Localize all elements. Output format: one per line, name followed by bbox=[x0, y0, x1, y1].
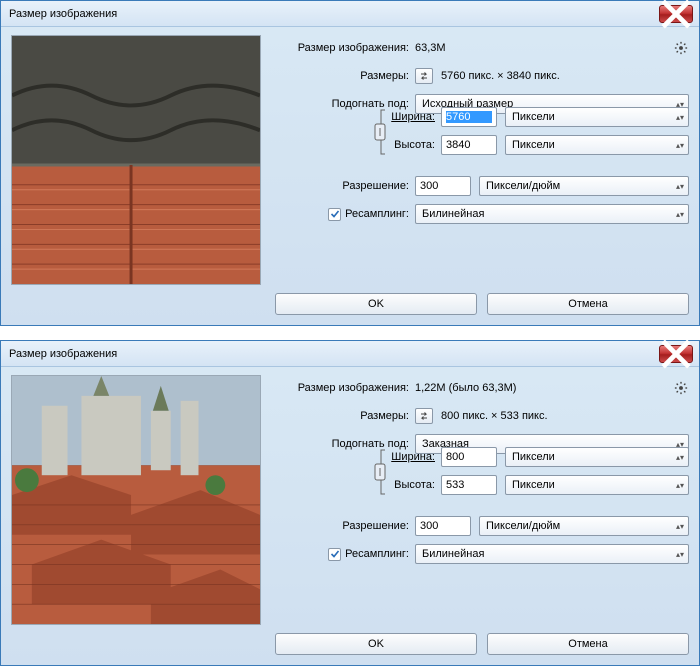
width-unit-value: Пиксели bbox=[512, 451, 555, 463]
close-icon bbox=[660, 0, 692, 30]
dimensions-unit-button[interactable] bbox=[415, 408, 433, 424]
ok-button[interactable]: OK bbox=[275, 293, 477, 315]
gear-icon bbox=[674, 41, 688, 55]
resolution-input[interactable] bbox=[415, 176, 471, 196]
resample-label: Ресамплинг: bbox=[345, 208, 409, 220]
dialog-title: Размер изображения bbox=[9, 348, 117, 360]
dialog-body: Размер изображения: 63,3M Размеры: bbox=[1, 27, 699, 325]
dimensions-label: Размеры: bbox=[275, 410, 415, 422]
swap-icon bbox=[419, 71, 429, 81]
height-input[interactable] bbox=[441, 475, 497, 495]
constrain-link-icon[interactable] bbox=[371, 446, 391, 498]
image-size-dialog-2: Размер изображения bbox=[0, 340, 700, 666]
height-label: Высота: bbox=[389, 479, 441, 491]
settings-gear-button[interactable] bbox=[673, 380, 689, 396]
checkmark-icon bbox=[330, 549, 340, 559]
titlebar[interactable]: Размер изображения bbox=[1, 341, 699, 367]
dialog-body: Размер изображения: 1,22M (было 63,3M) Р… bbox=[1, 367, 699, 665]
checkmark-icon bbox=[330, 209, 340, 219]
resample-label: Ресамплинг: bbox=[345, 548, 409, 560]
cancel-button[interactable]: Отмена bbox=[487, 633, 689, 655]
width-label: Ширина: bbox=[389, 451, 441, 463]
chevron-updown-icon: ▴▾ bbox=[676, 481, 684, 490]
image-size-label: Размер изображения: bbox=[275, 42, 415, 54]
chevron-updown-icon: ▴▾ bbox=[676, 113, 684, 122]
width-unit-value: Пиксели bbox=[512, 111, 555, 123]
image-size-value: 63,3M bbox=[415, 42, 446, 54]
resample-method-select[interactable]: Билинейная ▴▾ bbox=[415, 204, 689, 224]
resolution-label: Разрешение: bbox=[275, 180, 415, 192]
constrain-link-icon[interactable] bbox=[371, 106, 391, 158]
width-label: Ширина: bbox=[389, 111, 441, 123]
width-unit-select[interactable]: Пиксели ▴▾ bbox=[505, 107, 689, 127]
dimensions-unit-button[interactable] bbox=[415, 68, 433, 84]
dialog-title: Размер изображения bbox=[9, 8, 117, 20]
resample-method-value: Билинейная bbox=[422, 208, 484, 220]
resolution-unit-select[interactable]: Пиксели/дюйм ▴▾ bbox=[479, 176, 689, 196]
resolution-unit-value: Пиксели/дюйм bbox=[486, 180, 560, 192]
width-input[interactable] bbox=[441, 447, 497, 467]
chevron-updown-icon: ▴▾ bbox=[676, 453, 684, 462]
close-button[interactable] bbox=[659, 345, 693, 363]
preview-image bbox=[12, 36, 260, 284]
chevron-updown-icon: ▴▾ bbox=[676, 210, 684, 219]
dimensions-value: 5760 пикс. × 3840 пикс. bbox=[441, 70, 560, 82]
titlebar[interactable]: Размер изображения bbox=[1, 1, 699, 27]
preview-image bbox=[12, 376, 260, 624]
preview-thumbnail[interactable] bbox=[11, 375, 261, 625]
gear-icon bbox=[674, 381, 688, 395]
height-input[interactable] bbox=[441, 135, 497, 155]
settings-gear-button[interactable] bbox=[673, 40, 689, 56]
dimensions-label: Размеры: bbox=[275, 70, 415, 82]
height-unit-value: Пиксели bbox=[512, 479, 555, 491]
fields-panel: Размер изображения: 1,22M (было 63,3M) Р… bbox=[275, 375, 689, 625]
height-unit-select[interactable]: Пиксели ▴▾ bbox=[505, 475, 689, 495]
image-size-value: 1,22M (было 63,3M) bbox=[415, 382, 516, 394]
swap-icon bbox=[419, 411, 429, 421]
chevron-updown-icon: ▴▾ bbox=[676, 550, 684, 559]
height-label: Высота: bbox=[389, 139, 441, 151]
image-size-label: Размер изображения: bbox=[275, 382, 415, 394]
cancel-button[interactable]: Отмена bbox=[487, 293, 689, 315]
chevron-updown-icon: ▴▾ bbox=[676, 182, 684, 191]
resample-checkbox[interactable] bbox=[328, 548, 341, 561]
image-size-dialog-1: Размер изображения bbox=[0, 0, 700, 326]
dimensions-value: 800 пикс. × 533 пикс. bbox=[441, 410, 548, 422]
ok-button[interactable]: OK bbox=[275, 633, 477, 655]
resample-checkbox[interactable] bbox=[328, 208, 341, 221]
resolution-label: Разрешение: bbox=[275, 520, 415, 532]
preview-thumbnail[interactable] bbox=[11, 35, 261, 285]
resample-method-select[interactable]: Билинейная ▴▾ bbox=[415, 544, 689, 564]
fields-panel: Размер изображения: 63,3M Размеры: bbox=[275, 35, 689, 285]
chevron-updown-icon: ▴▾ bbox=[676, 141, 684, 150]
width-unit-select[interactable]: Пиксели ▴▾ bbox=[505, 447, 689, 467]
resolution-unit-value: Пиксели/дюйм bbox=[486, 520, 560, 532]
height-unit-value: Пиксели bbox=[512, 139, 555, 151]
close-icon bbox=[660, 338, 692, 370]
resolution-input[interactable] bbox=[415, 516, 471, 536]
resample-method-value: Билинейная bbox=[422, 548, 484, 560]
resolution-unit-select[interactable]: Пиксели/дюйм ▴▾ bbox=[479, 516, 689, 536]
height-unit-select[interactable]: Пиксели ▴▾ bbox=[505, 135, 689, 155]
width-input[interactable] bbox=[441, 107, 497, 127]
close-button[interactable] bbox=[659, 5, 693, 23]
chevron-updown-icon: ▴▾ bbox=[676, 522, 684, 531]
